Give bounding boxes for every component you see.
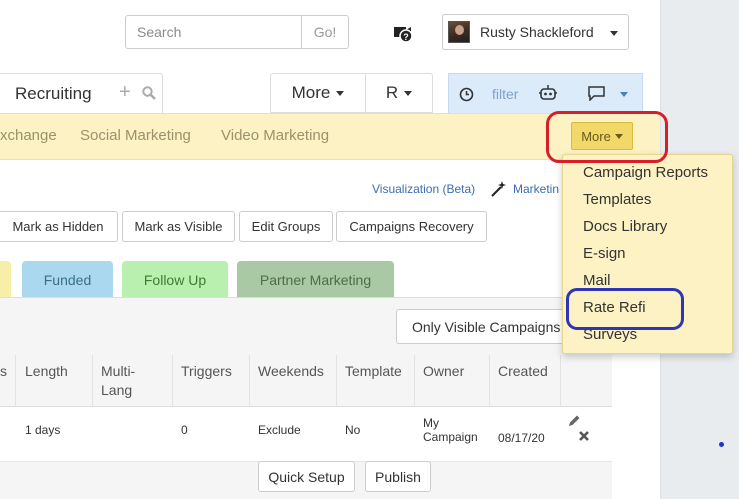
menu-item-templates[interactable]: Templates: [583, 191, 651, 208]
column-header-triggers: Triggers: [181, 363, 232, 379]
camera-help-icon[interactable]: ?: [391, 20, 415, 44]
column-divider: [92, 355, 93, 407]
search-icon[interactable]: [142, 86, 156, 100]
menu-item-e-sign[interactable]: E-sign: [583, 245, 626, 262]
cell-created: 08/17/20: [498, 431, 545, 445]
column-divider: [249, 355, 250, 407]
blue-highlight-outline: [566, 288, 684, 330]
tab-recruiting-label: Recruiting: [15, 84, 92, 103]
nav-item-exchange[interactable]: xchange: [0, 127, 57, 144]
column-header-template: Template: [345, 363, 402, 379]
red-highlight-outline: [546, 111, 668, 163]
avatar: [448, 21, 470, 43]
cell-triggers: 0: [181, 423, 188, 437]
close-icon[interactable]: [578, 430, 590, 442]
publish-button[interactable]: Publish: [365, 461, 431, 492]
column-divider: [172, 355, 173, 407]
robot-icon[interactable]: [539, 85, 557, 102]
group-pill-partial[interactable]: [0, 261, 11, 298]
cell-weekends: Exclude: [258, 423, 301, 437]
clock-icon[interactable]: [459, 87, 474, 102]
cell-owner: My Campaign: [423, 416, 478, 444]
column-header-s: s: [0, 363, 7, 379]
r-tab[interactable]: R: [365, 73, 433, 113]
menu-item-mail[interactable]: Mail: [583, 272, 611, 289]
marker-dot: [719, 442, 724, 447]
chevron-down-icon[interactable]: [620, 92, 628, 97]
only-visible-campaigns-button[interactable]: Only Visible Campaigns: [396, 309, 572, 344]
column-divider: [414, 355, 415, 407]
column-header-multi-lang: Multi-Lang: [101, 363, 136, 398]
cell-length: 1 days: [25, 423, 61, 437]
mark-visible-button[interactable]: Mark as Visible: [122, 211, 235, 242]
more-tab[interactable]: More: [270, 73, 366, 113]
group-pill-partner-marketing[interactable]: Partner Marketing: [237, 261, 394, 298]
campaigns-recovery-button[interactable]: Campaigns Recovery: [336, 211, 487, 242]
chat-icon[interactable]: [588, 86, 605, 101]
column-divider: [560, 355, 561, 407]
edit-groups-button[interactable]: Edit Groups: [239, 211, 333, 242]
chevron-down-icon: [610, 31, 618, 36]
svg-text:?: ?: [403, 32, 409, 42]
column-header-weekends: Weekends: [258, 363, 324, 379]
group-pill-funded[interactable]: Funded: [22, 261, 113, 298]
column-header-created: Created: [498, 363, 548, 379]
pencil-icon[interactable]: [567, 414, 581, 428]
menu-item-docs-library[interactable]: Docs Library: [583, 218, 667, 235]
go-button[interactable]: Go!: [301, 15, 349, 49]
table-row[interactable]: 1 days 0 Exclude No My Campaign 08/17/20: [0, 406, 612, 462]
filter-toolbar: filter: [448, 73, 643, 113]
mark-hidden-button[interactable]: Mark as Hidden: [0, 211, 118, 242]
column-header-length: Length: [25, 363, 68, 379]
user-menu-button[interactable]: Rusty Shackleford: [442, 14, 629, 50]
search-input[interactable]: [125, 15, 302, 49]
column-header-owner: Owner: [423, 363, 465, 379]
column-divider: [336, 355, 337, 407]
chevron-down-icon: [336, 90, 345, 96]
plus-icon[interactable]: +: [119, 82, 131, 102]
column-divider: [489, 355, 490, 407]
quick-setup-button[interactable]: Quick Setup: [258, 461, 355, 492]
filter-label[interactable]: filter: [492, 86, 518, 102]
marketing-link[interactable]: Marketin: [513, 182, 559, 196]
cell-template: No: [345, 423, 361, 437]
nav-item-social-marketing[interactable]: Social Marketing: [80, 127, 191, 144]
user-name: Rusty Shackleford: [480, 24, 594, 40]
nav-item-video-marketing[interactable]: Video Marketing: [221, 127, 329, 144]
r-tab-label: R: [385, 83, 399, 102]
menu-item-campaign-reports[interactable]: Campaign Reports: [583, 164, 708, 181]
tab-recruiting[interactable]: Recruiting +: [0, 73, 163, 113]
visualization-link[interactable]: Visualization (Beta): [372, 182, 475, 196]
chevron-down-icon: [404, 90, 413, 96]
column-divider: [15, 355, 16, 407]
group-pill-follow-up[interactable]: Follow Up: [122, 261, 228, 298]
magic-wand-icon: [491, 181, 506, 197]
more-tab-label: More: [291, 83, 331, 102]
